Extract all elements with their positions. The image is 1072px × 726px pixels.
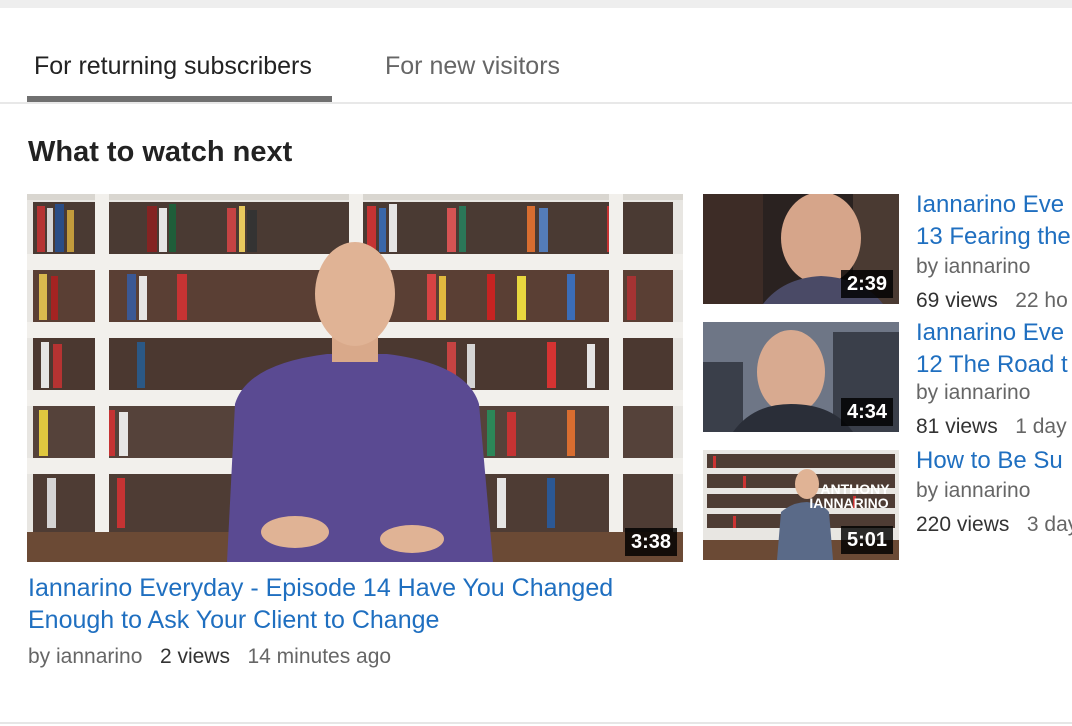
side-video-title-1[interactable]: Iannarino Eve 13 Fearing the [916,189,1071,253]
featured-video-meta: by iannarino 2 views 14 minutes ago [28,645,391,669]
thumbnail-overlay-text: IANNARINO [809,495,888,511]
video-duration: 3:38 [624,528,677,556]
section-title: What to watch next [28,136,293,168]
side-title-1-line1[interactable]: Iannarino Eve [916,189,1071,221]
channel-name[interactable]: by iannarino [28,645,142,668]
video-duration: 5:01 [840,526,893,554]
upload-age: 22 ho [1015,289,1068,312]
featured-title-line1[interactable]: Iannarino Everyday - Episode 14 Have You… [28,572,668,604]
tabs-divider [0,102,1072,104]
channel-name[interactable]: by iannarino [916,381,1030,405]
video-duration: 4:34 [840,398,893,426]
tab-new-visitors[interactable]: For new visitors [385,52,560,81]
channel-name[interactable]: by iannarino [916,479,1030,503]
side-title-1-line2[interactable]: 13 Fearing the [916,221,1071,253]
upload-age: 14 minutes ago [247,645,392,668]
side-video-thumbnail-3[interactable]: ANTHONY IANNARINO 5:01 [703,450,899,560]
featured-video-title[interactable]: Iannarino Everyday - Episode 14 Have You… [28,572,668,636]
side-video-thumbnail-1[interactable]: 2:39 [703,194,899,304]
video-duration: 2:39 [840,270,893,298]
view-count: 2 views [159,645,230,668]
upload-age: 1 day [1015,415,1067,438]
side-video-thumbnail-2[interactable]: 4:34 [703,322,899,432]
view-count: 69 views [916,289,998,312]
featured-title-line2[interactable]: Enough to Ask Your Client to Change [28,604,668,636]
side-title-3-line1[interactable]: How to Be Su [916,445,1063,477]
side-title-2-line2[interactable]: 12 The Road t [916,349,1068,381]
bottom-divider [0,722,1072,724]
side-video-title-2[interactable]: Iannarino Eve 12 The Road t [916,317,1068,381]
channel-name[interactable]: by iannarino [916,255,1030,279]
featured-thumbnail-image [27,194,683,562]
featured-video-thumbnail[interactable]: 3:38 [27,194,683,562]
side-video-stats-2: 81 views 1 day [916,415,1067,439]
side-video-title-3[interactable]: How to Be Su [916,445,1063,477]
upload-age: 3 day [1026,513,1072,536]
side-video-stats-3: 220 views 3 day [916,513,1072,537]
view-count: 220 views [916,513,1010,536]
view-count: 81 views [916,415,998,438]
tab-returning-subscribers[interactable]: For returning subscribers [34,52,312,81]
top-strip [0,0,1072,8]
side-video-stats-1: 69 views 22 ho [916,289,1068,313]
side-title-2-line1[interactable]: Iannarino Eve [916,317,1068,349]
